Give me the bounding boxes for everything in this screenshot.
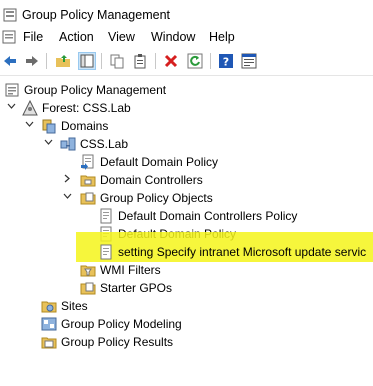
copy-icon	[110, 54, 124, 69]
modeling-icon	[41, 317, 57, 331]
wmi-filter-folder-icon	[80, 265, 96, 277]
tree-node-forest[interactable]: Forest: CSS.Lab	[0, 99, 373, 117]
tree-node-results[interactable]: Group Policy Results	[0, 333, 373, 351]
chevron-right-icon[interactable]	[63, 174, 72, 183]
tree-node-gpo-folder[interactable]: Group Policy Objects	[0, 189, 373, 207]
domain-icon	[60, 137, 76, 151]
tree-label: setting Specify intranet Microsoft updat…	[118, 245, 367, 259]
forward-button[interactable]	[23, 52, 41, 70]
chevron-down-icon[interactable]	[63, 192, 72, 201]
system-menu-icon[interactable]	[2, 30, 16, 44]
toolbar-divider	[0, 75, 373, 76]
toolbar-separator	[46, 53, 47, 69]
svg-text:?: ?	[223, 56, 229, 69]
tree-label: Default Domain Controllers Policy	[118, 209, 298, 223]
refresh-icon	[187, 53, 203, 69]
tree-node-domain-controllers[interactable]: Domain Controllers	[0, 171, 373, 189]
domains-icon	[42, 119, 56, 134]
tree-node-domains[interactable]: Domains	[0, 117, 373, 135]
up-folder-icon	[56, 55, 70, 67]
tree-node-sites[interactable]: Sites	[0, 297, 373, 315]
chevron-down-icon[interactable]	[7, 102, 16, 111]
back-icon	[4, 56, 16, 66]
delete-button[interactable]	[162, 52, 180, 70]
gpm-root-icon	[5, 83, 19, 97]
forward-icon	[26, 56, 38, 66]
properties-button[interactable]	[240, 52, 258, 70]
up-folder-button[interactable]	[54, 52, 72, 70]
toolbar-separator	[101, 53, 102, 69]
gpo-link-icon	[81, 154, 94, 170]
chevron-down-icon[interactable]	[25, 120, 34, 129]
results-icon	[41, 337, 57, 349]
gpm-app-icon	[3, 8, 17, 22]
delete-icon	[164, 54, 178, 68]
show-tree-button[interactable]	[78, 52, 96, 70]
tree-label: WMI Filters	[100, 263, 161, 277]
menu-help[interactable]: Help	[209, 30, 235, 44]
ou-folder-icon	[80, 175, 96, 187]
refresh-button[interactable]	[186, 52, 204, 70]
tree-label: Sites	[61, 299, 88, 313]
title-bar: Group Policy Management	[0, 0, 373, 30]
menu-bar: File Action View Window Help	[0, 28, 373, 48]
starter-gpo-folder-icon	[80, 282, 96, 295]
tree-node-domain[interactable]: CSS.Lab	[0, 135, 373, 153]
toolbar-separator	[155, 53, 156, 69]
console-tree: Group Policy Management Forest: CSS.Lab …	[0, 78, 373, 386]
toolbar: ?	[0, 49, 373, 73]
tree-label: Domains	[61, 119, 109, 133]
forest-icon	[22, 100, 38, 116]
help-button[interactable]: ?	[217, 52, 235, 70]
tree-label: Forest: CSS.Lab	[42, 101, 131, 115]
properties-icon	[241, 53, 257, 69]
tree-node-modeling[interactable]: Group Policy Modeling	[0, 315, 373, 333]
show-tree-icon	[80, 54, 94, 68]
menu-window[interactable]: Window	[151, 30, 195, 44]
chevron-down-icon[interactable]	[44, 138, 53, 147]
help-icon: ?	[219, 54, 233, 69]
paste-button[interactable]	[131, 52, 149, 70]
tree-node-gpo-item-highlighted[interactable]: setting Specify intranet Microsoft updat…	[0, 243, 373, 261]
tree-label: Domain Controllers	[100, 173, 203, 187]
tree-node-wmi-filters[interactable]: WMI Filters	[0, 261, 373, 279]
tree-label: CSS.Lab	[80, 137, 129, 151]
tree-node-starter-gpos[interactable]: Starter GPOs	[0, 279, 373, 297]
gpo-icon	[100, 244, 112, 260]
toolbar-separator	[210, 53, 211, 69]
paste-icon	[134, 54, 146, 69]
menu-action[interactable]: Action	[59, 30, 94, 44]
tree-node-default-domain-policy-link[interactable]: Default Domain Policy	[0, 153, 373, 171]
copy-button[interactable]	[108, 52, 126, 70]
tree-label: Group Policy Results	[61, 335, 174, 349]
sites-icon	[41, 301, 57, 313]
back-button[interactable]	[1, 52, 19, 70]
tree-label: Default Domain Policy	[100, 155, 219, 169]
window-title: Group Policy Management	[22, 8, 170, 22]
tree-label: Group Policy Objects	[100, 191, 213, 205]
gpo-icon	[100, 208, 112, 224]
tree-label: Starter GPOs	[100, 281, 173, 295]
menu-file[interactable]: File	[23, 30, 43, 44]
tree-node-gpo-item[interactable]: Default Domain Controllers Policy	[0, 207, 373, 225]
gpo-folder-icon	[80, 192, 96, 205]
tree-node-root[interactable]: Group Policy Management	[0, 81, 373, 99]
tree-label: Group Policy Management	[24, 83, 167, 97]
menu-view[interactable]: View	[108, 30, 135, 44]
tree-label: Group Policy Modeling	[61, 317, 182, 331]
